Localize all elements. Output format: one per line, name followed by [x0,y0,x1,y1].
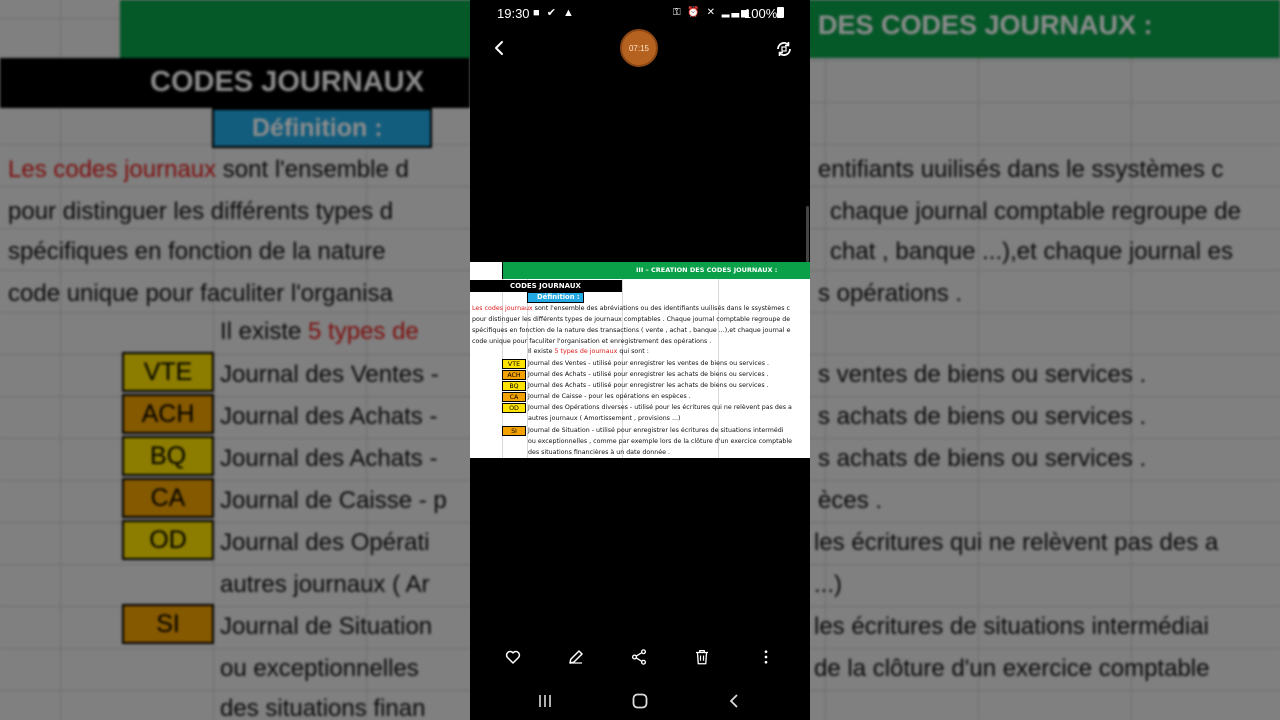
heart-icon[interactable] [500,644,526,670]
trash-icon[interactable] [689,644,715,670]
nav-back-icon[interactable] [722,688,748,714]
sheet-intro-line: Les codes journaux sont l'ensemble des a… [472,305,791,312]
recents-icon[interactable] [532,688,558,714]
battery-icon [777,7,784,18]
journal-desc-cont: des situations financières à un date don… [528,449,670,456]
code-cell-ca: CA [502,392,526,402]
phone-screen: 19:30 ■ ✔ ▲ ⚿ ⏰ ✕ ▂▃▅ 100% 07:15 III – C… [470,0,810,720]
status-battery-level: 100% [744,6,778,21]
pencil-icon[interactable] [563,644,589,670]
sheet-title: CODES JOURNAUX [510,282,581,290]
code-cell-vte: VTE [502,359,526,369]
timer-badge[interactable]: 07:15 [620,29,658,67]
sheet-intro-line: code unique pour faculiter l'organisatio… [472,338,712,345]
journal-desc: Journal des Achats - utilisé pour enregi… [528,382,769,389]
sheet-intro-line: spécifiques en fonction de la nature des… [472,327,791,334]
code-cell-bq: BQ [502,381,526,391]
status-notification-icons: ■ ✔ ▲ [533,7,576,19]
journal-desc: Journal de Caisse - pour les opérations … [528,393,691,400]
journal-desc: Journal des Achats - utilisé pour enregi… [528,371,769,378]
more-vert-icon[interactable] [753,644,779,670]
status-time: 19:30 [497,6,530,21]
home-icon[interactable] [627,688,653,714]
code-cell-ach: ACH [502,370,526,380]
scrollbar-thumb[interactable] [806,206,809,262]
displayed-image: III – CREATION DES CODES JOURNAUX : CODE… [470,262,810,458]
sheet-section-title: III – CREATION DES CODES JOURNAUX : [636,266,778,274]
rotate-icon[interactable] [774,39,794,59]
navigation-bar [470,688,810,714]
sheet-intro-line: pour distinguer les différents types de … [472,316,791,323]
share-icon[interactable] [626,644,652,670]
action-bar [470,644,810,670]
back-arrow-icon[interactable] [488,36,512,60]
status-system-icons: ⚿ ⏰ ✕ ▂▃▅ [673,7,751,18]
code-cell-od: OD [502,403,526,413]
journal-desc: Journal des Opérations diverses - utilis… [528,404,792,411]
sheet-count-line: Il existe 5 types de journaux qui sont : [528,348,649,355]
code-cell-si: SI [502,426,526,436]
sheet-definition-label: Définition : [537,293,580,301]
journal-desc: Journal des Ventes - utilisé pour enregi… [528,360,769,367]
journal-desc: Journal de Situation - utilisé pour enre… [528,427,784,434]
journal-desc-cont: ou exceptionnelles , comme par exemple l… [528,438,793,445]
journal-desc-cont: autres journaux ( Amortissement , provis… [528,415,681,422]
status-bar: 19:30 ■ ✔ ▲ ⚿ ⏰ ✕ ▂▃▅ 100% [470,0,810,28]
